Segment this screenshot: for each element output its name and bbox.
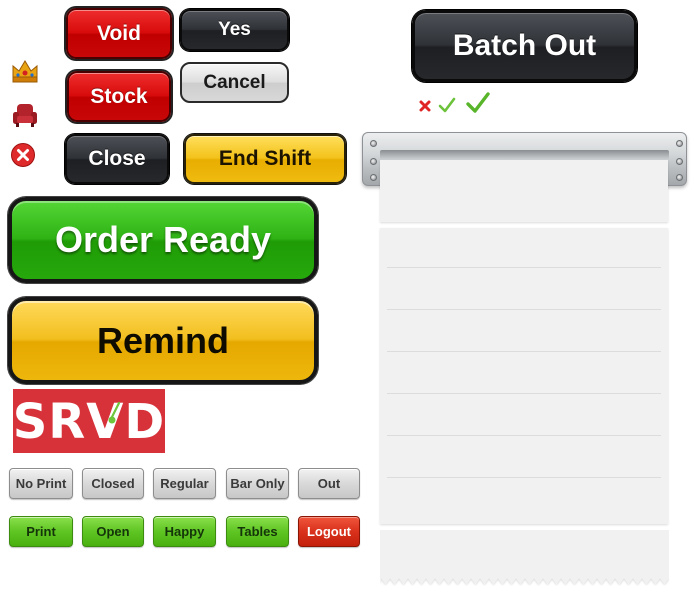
screw-icon	[676, 174, 683, 181]
void-button[interactable]: Void	[66, 8, 172, 59]
no-print-filter-button[interactable]: No Print	[9, 468, 73, 499]
stock-button[interactable]: Stock	[67, 71, 171, 122]
receipt-line	[387, 435, 661, 436]
check-mark-small-icon	[438, 96, 456, 114]
screw-icon	[370, 140, 377, 147]
regular-filter-button[interactable]: Regular	[153, 468, 216, 499]
screw-icon	[370, 158, 377, 165]
check-mark-large-icon	[465, 90, 491, 116]
receipt-line	[387, 267, 661, 268]
end-shift-button[interactable]: End Shift	[184, 134, 346, 184]
tables-filter-button[interactable]: Tables	[226, 516, 289, 547]
receipt-paper-torn-bottom	[380, 530, 669, 586]
logout-button[interactable]: Logout	[298, 516, 360, 547]
bar-only-filter-button[interactable]: Bar Only	[226, 468, 289, 499]
open-filter-button[interactable]: Open	[82, 516, 144, 547]
receipt-paper-body	[380, 228, 668, 524]
print-filter-button[interactable]: Print	[9, 516, 73, 547]
receipt-line	[387, 309, 661, 310]
screw-icon	[676, 140, 683, 147]
order-ready-button[interactable]: Order Ready	[8, 197, 318, 283]
crown-icon	[10, 56, 40, 86]
srvd-logo-text: SRVD	[15, 394, 163, 449]
yes-button[interactable]: Yes	[180, 9, 289, 51]
receipt-printer-slot	[380, 150, 669, 160]
armchair-icon	[10, 100, 40, 130]
out-filter-button[interactable]: Out	[298, 468, 360, 499]
cancel-button[interactable]: Cancel	[180, 62, 289, 103]
x-mark-icon	[418, 99, 432, 113]
receipt-paper-top	[380, 160, 668, 222]
closed-filter-button[interactable]: Closed	[82, 468, 144, 499]
remind-button[interactable]: Remind	[8, 297, 318, 384]
screw-icon	[370, 174, 377, 181]
batch-out-button[interactable]: Batch Out	[412, 10, 637, 82]
receipt-line	[387, 393, 661, 394]
happy-filter-button[interactable]: Happy	[153, 516, 216, 547]
close-button[interactable]: Close	[65, 134, 169, 184]
red-x-circle-icon	[10, 142, 36, 168]
receipt-line	[387, 351, 661, 352]
receipt-line	[387, 477, 661, 478]
srvd-logo: SRVD	[13, 389, 165, 453]
screw-icon	[676, 158, 683, 165]
